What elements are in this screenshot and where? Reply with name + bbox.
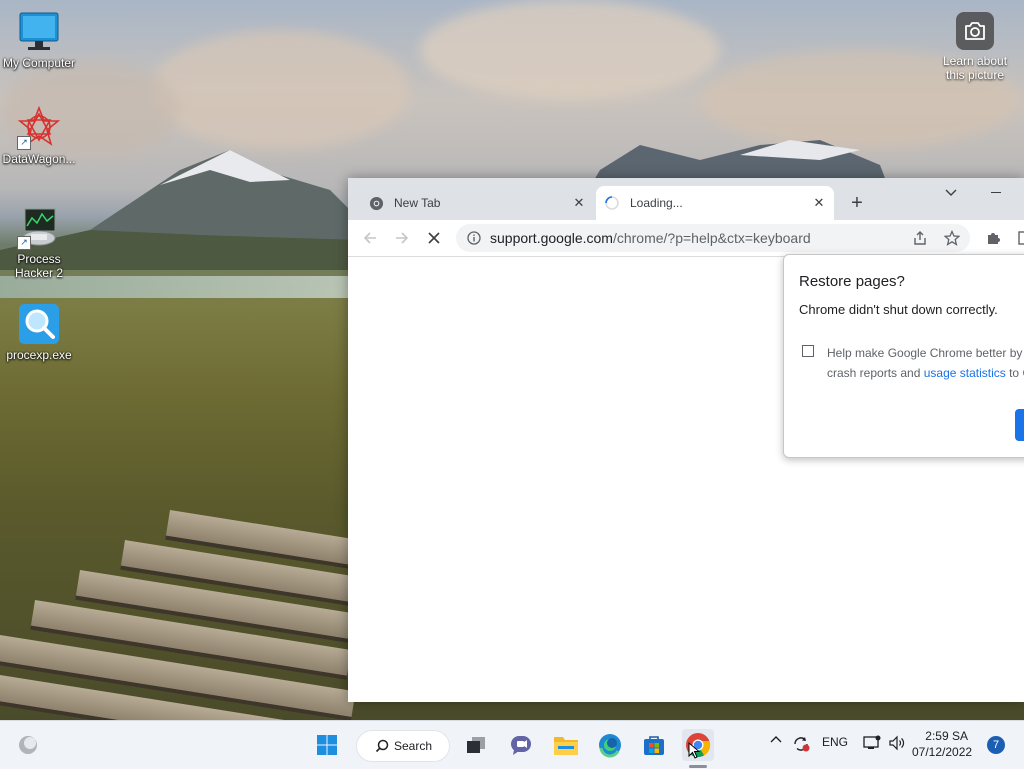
new-tab-button[interactable]: + (846, 192, 868, 214)
dialog-message: Chrome didn't shut down correctly. (799, 302, 998, 317)
search-icon (375, 739, 389, 753)
taskbar: Search ENG 2:59 SA 07/12/2022 7 (0, 720, 1024, 769)
share-icon[interactable] (908, 226, 932, 250)
browser-toolbar: support.google.com/chrome/?p=help&ctx=ke… (348, 220, 1024, 257)
process-hacker-icon: ↗ (17, 206, 61, 250)
taskbar-search-box[interactable]: Search (356, 730, 450, 762)
sync-error-icon[interactable] (791, 735, 811, 753)
address-bar[interactable]: support.google.com/chrome/?p=help&ctx=ke… (456, 224, 970, 252)
clock-date: 07/12/2022 (912, 745, 973, 759)
clock-time: 2:59 SA (925, 729, 968, 743)
desktop-icon-procexp[interactable]: procexp.exe (0, 302, 78, 362)
tab-loading[interactable]: Loading... ✕ (596, 186, 834, 220)
checkbox-label: Help make Google Chrome better by crash … (827, 343, 1024, 383)
desktop-icon-datawagon[interactable]: ↗ DataWagon... (0, 105, 78, 166)
url-text: support.google.com/chrome/?p=help&ctx=ke… (490, 230, 811, 246)
tab-title: New Tab (394, 196, 441, 210)
tab-search-chevron-icon[interactable] (936, 182, 966, 204)
tab-strip: New Tab ✕ Loading... ✕ + (348, 178, 1024, 220)
back-button[interactable] (358, 226, 382, 250)
chrome-favicon-icon (368, 195, 384, 211)
restore-button[interactable] (1015, 409, 1024, 441)
site-info-icon[interactable] (466, 230, 482, 246)
checkbox-label-suffix: to C (1009, 366, 1024, 380)
edge-browser-icon[interactable] (594, 729, 626, 761)
datawagon-icon: ↗ (17, 105, 61, 150)
input-language-indicator[interactable]: ENG (818, 735, 852, 749)
tab-title: Loading... (630, 196, 683, 210)
learn-about-picture[interactable]: Learn about this picture (935, 12, 1015, 82)
stop-loading-button[interactable] (422, 226, 446, 250)
network-icon[interactable] (862, 735, 882, 751)
mouse-cursor-icon (688, 742, 700, 759)
loading-spinner-icon (604, 195, 620, 211)
desktop-icon-process-hacker[interactable]: ↗ Process Hacker 2 (0, 206, 78, 280)
minimize-button[interactable] (982, 182, 1012, 204)
learn-about-label: Learn about this picture (942, 54, 1008, 82)
usage-statistics-link[interactable]: usage statistics (924, 366, 1006, 380)
extensions-puzzle-icon[interactable] (982, 226, 1006, 250)
microsoft-store-icon[interactable] (638, 729, 670, 761)
camera-icon (956, 12, 994, 50)
shortcut-arrow-icon: ↗ (17, 236, 31, 250)
checkbox-label-line1: Help make Google Chrome better by (827, 346, 1023, 360)
close-tab-icon[interactable]: ✕ (810, 194, 828, 212)
shortcut-arrow-icon: ↗ (17, 136, 31, 150)
teams-chat-icon[interactable] (505, 729, 537, 761)
widgets-weather-icon[interactable] (12, 729, 44, 761)
start-windows-icon[interactable] (311, 729, 343, 761)
desktop-icon-label: My Computer (2, 56, 76, 70)
checkbox-label-prefix: crash reports and (827, 366, 924, 380)
file-explorer-icon[interactable] (550, 729, 582, 761)
tab-new-tab[interactable]: New Tab ✕ (360, 186, 594, 220)
volume-icon[interactable] (886, 735, 908, 751)
search-label: Search (394, 739, 433, 753)
url-path: /chrome/?p=help&ctx=keyboard (612, 230, 811, 246)
magnifier-icon (17, 302, 61, 346)
bookmark-star-icon[interactable] (940, 226, 964, 250)
notification-badge[interactable]: 7 (987, 736, 1005, 754)
task-view-icon[interactable] (460, 729, 492, 761)
side-panel-icon[interactable] (1012, 226, 1024, 250)
url-host: support.google.com (490, 230, 613, 246)
show-hidden-icons-chevron-icon[interactable] (768, 735, 784, 743)
desktop-icon-my-computer[interactable]: My Computer (0, 10, 78, 70)
system-clock[interactable]: 2:59 SA 07/12/2022 (912, 728, 973, 760)
dialog-title: Restore pages? (799, 273, 905, 290)
desktop-icon-label: Process Hacker 2 (14, 252, 64, 280)
crash-reports-checkbox[interactable] (802, 345, 814, 357)
desktop-icon-label: DataWagon... (2, 152, 76, 166)
restore-pages-dialog: Restore pages? Chrome didn't shut down c… (783, 254, 1024, 458)
close-tab-icon[interactable]: ✕ (570, 194, 588, 212)
desktop-icon-label: procexp.exe (6, 348, 72, 362)
forward-button[interactable] (390, 226, 414, 250)
monitor-icon (17, 10, 61, 54)
